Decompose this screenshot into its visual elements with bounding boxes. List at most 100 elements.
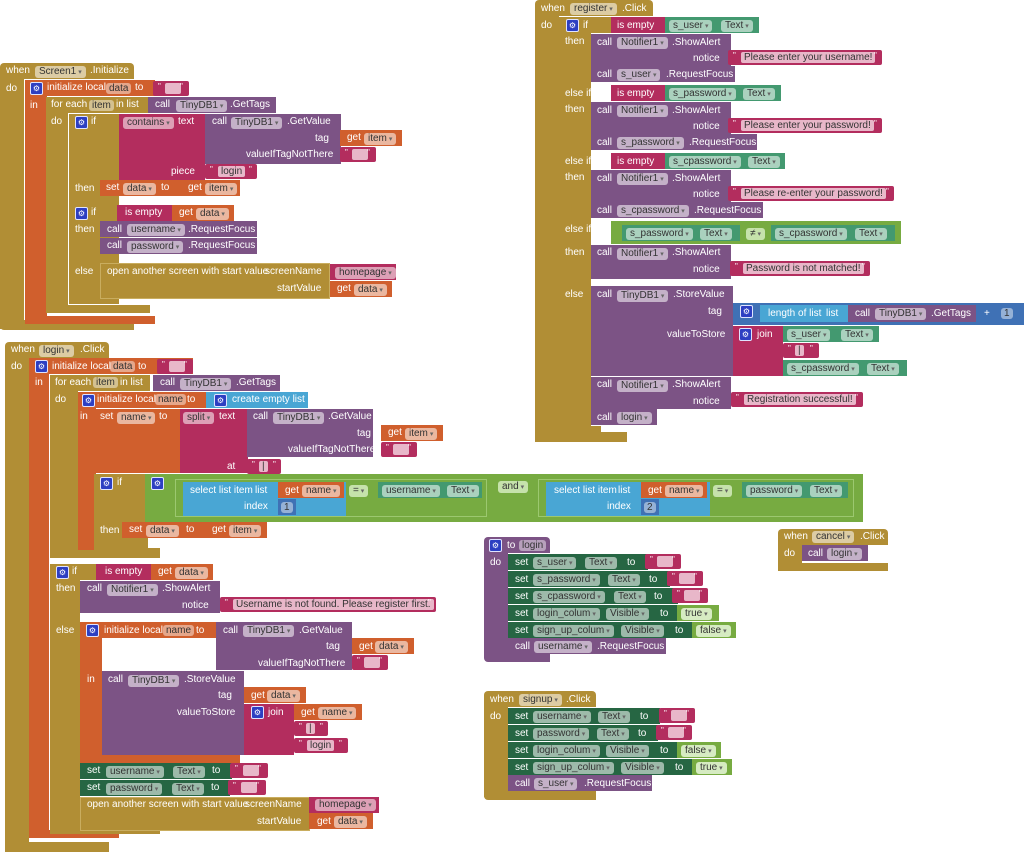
component-dropdown[interactable]: TinyDB1 <box>176 100 228 112</box>
property-dropdown[interactable]: Visible <box>621 625 664 637</box>
empty-string-block[interactable]: " " <box>340 147 376 162</box>
compare-operator-dropdown[interactable]: ≠ <box>746 228 765 240</box>
mutator-gear-icon[interactable]: ⚙ <box>86 624 99 637</box>
mutator-gear-icon[interactable]: ⚙ <box>214 394 227 407</box>
string-value[interactable]: Please enter your username! <box>741 52 876 63</box>
boolean-dropdown[interactable]: false <box>696 625 731 637</box>
variable-dropdown[interactable]: data <box>334 816 367 828</box>
variable-dropdown[interactable]: data <box>196 208 229 220</box>
split-dropdown[interactable]: split <box>183 412 215 424</box>
component-dropdown[interactable]: Notifier1 <box>617 37 668 49</box>
mutator-gear-icon[interactable]: ⚙ <box>489 539 502 552</box>
variable-dropdown[interactable]: data <box>354 284 387 296</box>
empty-string-block[interactable]: " " <box>672 588 708 603</box>
component-dropdown[interactable]: password <box>106 783 163 795</box>
component-dropdown[interactable]: sign_up_colum <box>533 625 614 637</box>
property-dropdown[interactable]: Text <box>173 766 205 778</box>
variable-dropdown[interactable]: data <box>146 525 179 537</box>
string-block[interactable]: " Please re-enter your password! " <box>728 186 894 201</box>
property-dropdown[interactable]: Text <box>721 20 753 32</box>
variable-dropdown[interactable]: item <box>405 428 438 440</box>
component-dropdown[interactable]: signup <box>519 694 562 706</box>
string-value[interactable]: Username is not found. Please register f… <box>233 599 434 610</box>
variable-dropdown[interactable]: name <box>665 485 704 497</box>
mutator-gear-icon[interactable]: ⚙ <box>566 19 579 32</box>
empty-string-block[interactable]: " " <box>153 81 189 96</box>
component-dropdown[interactable]: Notifier1 <box>617 380 668 392</box>
component-dropdown[interactable]: s_password <box>626 228 693 240</box>
string-block[interactable]: " Username is not found. Please register … <box>220 597 436 612</box>
component-dropdown[interactable]: username <box>534 641 592 653</box>
component-dropdown[interactable]: Notifier1 <box>107 584 158 596</box>
string-value[interactable]: Please enter your password! <box>741 120 874 131</box>
property-dropdown[interactable]: Visible <box>621 762 664 774</box>
number-value[interactable]: 2 <box>644 502 656 513</box>
variable-dropdown[interactable]: name <box>302 485 341 497</box>
logic-operator-dropdown[interactable]: and <box>498 481 529 493</box>
mutator-gear-icon[interactable]: ⚙ <box>100 477 113 490</box>
number-value[interactable]: 1 <box>1001 308 1013 319</box>
number-value[interactable]: 1 <box>281 502 293 513</box>
component-dropdown[interactable]: TinyDB1 <box>243 625 295 637</box>
component-dropdown[interactable]: login_colum <box>533 608 600 620</box>
component-dropdown[interactable]: Notifier1 <box>617 105 668 117</box>
component-dropdown[interactable]: TinyDB1 <box>231 117 283 129</box>
property-dropdown[interactable]: Visible <box>606 745 649 757</box>
component-dropdown[interactable]: register <box>570 3 617 15</box>
string-value[interactable]: | <box>306 723 315 734</box>
string-block[interactable]: " | " <box>247 459 281 474</box>
component-dropdown[interactable]: s_user <box>617 69 661 81</box>
string-block[interactable]: " Password is not matched! " <box>730 261 870 276</box>
mutator-gear-icon[interactable]: ⚙ <box>30 82 43 95</box>
empty-string-block[interactable]: " " <box>381 442 417 457</box>
empty-string-block[interactable]: " " <box>230 763 268 778</box>
variable-dropdown[interactable]: data <box>175 567 208 579</box>
screen-dropdown[interactable]: homepage <box>335 267 396 279</box>
boolean-dropdown[interactable]: false <box>681 745 716 757</box>
compare-operator-dropdown[interactable]: = <box>713 485 733 497</box>
variable-name-field[interactable]: data <box>110 361 136 372</box>
component-dropdown[interactable]: username <box>127 224 185 236</box>
empty-string-block[interactable]: " " <box>645 554 681 569</box>
mutator-gear-icon[interactable]: ⚙ <box>75 207 88 220</box>
property-dropdown[interactable]: Text <box>608 574 640 586</box>
string-value[interactable]: login <box>307 740 335 751</box>
variable-dropdown[interactable]: item <box>364 133 397 145</box>
property-dropdown[interactable]: Text <box>841 329 873 341</box>
string-value[interactable]: | <box>259 461 268 472</box>
mutator-gear-icon[interactable]: ⚙ <box>739 328 752 341</box>
property-dropdown[interactable]: Text <box>614 591 646 603</box>
boolean-dropdown[interactable]: true <box>696 762 727 774</box>
string-value[interactable]: Password is not matched! <box>743 263 864 274</box>
component-dropdown[interactable]: username <box>533 711 591 723</box>
string-block[interactable]: " login " <box>205 164 257 179</box>
component-dropdown[interactable]: TinyDB1 <box>617 290 669 302</box>
string-block[interactable]: " login " <box>294 738 348 753</box>
component-dropdown[interactable]: TinyDB1 <box>273 412 325 424</box>
property-dropdown[interactable]: Text <box>598 711 630 723</box>
variable-name-field[interactable]: data <box>106 83 132 94</box>
string-block[interactable]: " | " <box>294 721 328 736</box>
variable-name-field[interactable]: name <box>155 394 187 405</box>
procedure-name-field[interactable]: login <box>519 540 547 551</box>
property-dropdown[interactable]: Text <box>172 783 204 795</box>
screen-dropdown[interactable]: homepage <box>315 799 376 811</box>
mutator-gear-icon[interactable]: ⚙ <box>151 477 164 490</box>
component-dropdown[interactable]: s_password <box>669 88 736 100</box>
component-dropdown[interactable]: Notifier1 <box>617 173 668 185</box>
string-value[interactable]: | <box>795 345 804 356</box>
empty-string-block[interactable]: " " <box>352 655 388 670</box>
empty-string-block[interactable]: " " <box>659 708 695 723</box>
component-dropdown[interactable]: s_user <box>669 20 713 32</box>
component-dropdown[interactable]: password <box>127 241 184 253</box>
property-dropdown[interactable]: Text <box>855 228 887 240</box>
property-dropdown[interactable]: Text <box>748 156 780 168</box>
component-dropdown[interactable]: cancel <box>812 531 855 543</box>
component-dropdown[interactable]: username <box>382 485 440 497</box>
component-dropdown[interactable]: s_password <box>533 574 600 586</box>
loop-variable-field[interactable]: item <box>89 100 114 111</box>
component-dropdown[interactable]: s_cpassword <box>669 156 741 168</box>
component-dropdown[interactable]: password <box>746 485 803 497</box>
component-dropdown[interactable]: login <box>39 345 74 357</box>
variable-dropdown[interactable]: name <box>318 707 357 719</box>
